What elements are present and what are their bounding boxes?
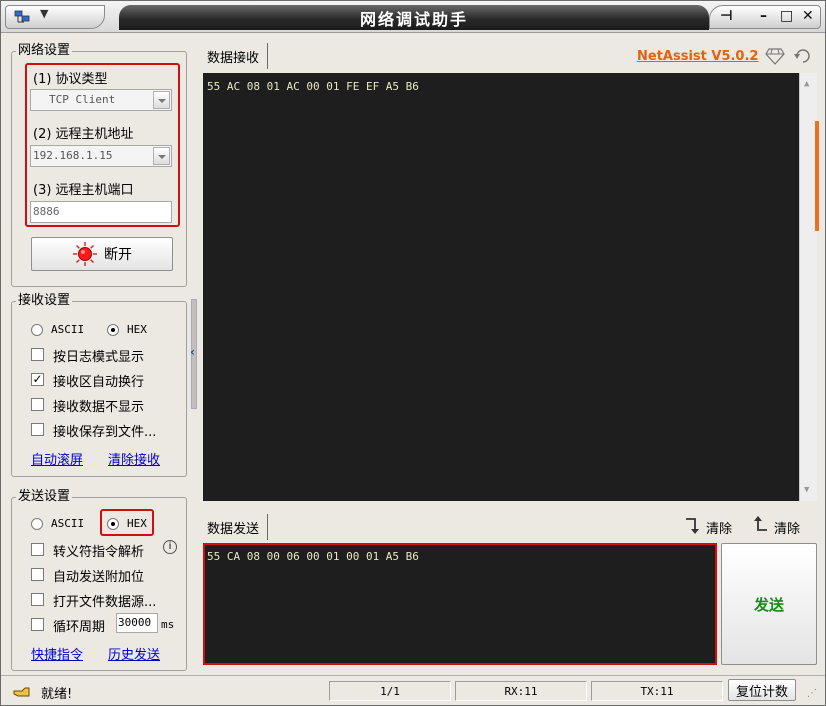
receive-hex-radio[interactable] <box>107 324 119 336</box>
page-counter: 1/1 <box>329 681 451 701</box>
protocol-label: (1) 协议类型 <box>33 72 108 87</box>
send-hex-radio[interactable] <box>107 518 119 530</box>
title-bar: ▼ 网络调试助手 ⊣ – □ ✕ <box>1 1 825 33</box>
collapse-arrow-icon[interactable]: ‹ <box>190 345 195 359</box>
reset-count-button[interactable]: 复位计数 <box>728 679 796 701</box>
pointing-hand-icon <box>13 687 30 697</box>
protocol-value: TCP Client <box>49 93 116 106</box>
period-unit-label: ms <box>161 618 175 631</box>
send-button[interactable]: 发送 <box>721 543 817 665</box>
tx-counter: TX:11 <box>591 681 723 701</box>
protocol-select[interactable]: TCP Client <box>30 89 172 111</box>
port-input[interactable]: 8886 <box>30 201 172 223</box>
port-label: (3) 远程主机端口 <box>33 183 134 198</box>
escape-parse-checkbox[interactable] <box>31 543 44 556</box>
resize-grip-icon[interactable]: ⋰ <box>807 688 817 699</box>
cycle-period-checkbox[interactable] <box>31 618 44 631</box>
cycle-period-input[interactable]: 30000 <box>116 613 158 633</box>
escape-parse-label: 转义符指令解析 <box>53 545 145 560</box>
send-settings-title: 发送设置 <box>16 489 73 505</box>
log-mode-label: 按日志模式显示 <box>53 350 145 365</box>
close-icon[interactable]: ✕ <box>802 8 814 24</box>
clear-up-icon[interactable] <box>753 515 769 533</box>
save-to-file-label: 接收保存到文件... <box>53 425 157 440</box>
app-window: ▼ 网络调试助手 ⊣ – □ ✕ 网络设置 (1) 协议类型 TCP Clien… <box>0 0 826 706</box>
send-hex-label: HEX <box>127 517 147 530</box>
pin-icon[interactable]: ⊣ <box>720 8 733 24</box>
host-select[interactable]: 192.168.1.15 <box>30 145 172 167</box>
scroll-up-icon[interactable]: ▲ <box>804 79 809 89</box>
shortcut-commands-link[interactable]: 快捷指令 <box>31 644 83 663</box>
clear-receive-link[interactable]: 清除接收 <box>108 449 160 468</box>
system-menu-box[interactable]: ▼ <box>5 5 105 29</box>
connection-status-icon <box>73 242 97 266</box>
send-ascii-label: ASCII <box>51 517 85 530</box>
status-text: 就绪! <box>41 687 73 702</box>
scroll-down-icon[interactable]: ▼ <box>804 485 809 495</box>
append-bits-label: 自动发送附加位 <box>53 570 145 585</box>
rx-counter: RX:11 <box>455 681 587 701</box>
receive-content: 55 AC 08 01 AC 00 01 FE EF A5 B6 <box>207 80 419 93</box>
clear-down-icon[interactable] <box>683 517 699 535</box>
chevron-down-icon[interactable] <box>153 91 170 109</box>
file-source-checkbox[interactable] <box>31 593 44 606</box>
chevron-down-icon[interactable] <box>153 147 170 165</box>
disconnect-label: 断开 <box>104 247 132 263</box>
maximize-icon[interactable]: □ <box>780 8 793 24</box>
send-content: 55 CA 08 00 06 00 01 00 01 A5 B6 <box>207 550 419 563</box>
file-source-label: 打开文件数据源... <box>53 595 157 610</box>
window-title: 网络调试助手 <box>119 5 709 30</box>
system-menu-arrow-icon: ▼ <box>40 7 49 20</box>
right-edge-accent <box>815 121 819 231</box>
window-controls: ⊣ – □ ✕ <box>709 5 821 29</box>
auto-scroll-link[interactable]: 自动滚屏 <box>31 449 83 468</box>
send-ascii-radio[interactable] <box>31 518 43 530</box>
diamond-icon[interactable] <box>765 47 785 65</box>
send-terminal[interactable]: 55 CA 08 00 06 00 01 00 01 A5 B6 <box>203 543 717 665</box>
clear-all-label[interactable]: 清除 <box>774 518 800 537</box>
receive-settings-title: 接收设置 <box>16 293 73 309</box>
hide-data-label: 接收数据不显示 <box>53 400 145 415</box>
cycle-period-label: 循环周期 <box>53 620 106 635</box>
network-computer-icon <box>14 10 30 23</box>
status-bar: 就绪! 1/1 RX:11 TX:11 复位计数 ⋰ <box>1 675 825 705</box>
minimize-icon[interactable]: – <box>760 8 767 24</box>
network-settings-title: 网络设置 <box>16 43 73 59</box>
version-link[interactable]: NetAssist V5.0.2 <box>637 49 758 64</box>
host-label: (2) 远程主机地址 <box>33 127 134 142</box>
receive-terminal[interactable]: 55 AC 08 01 AC 00 01 FE EF A5 B6 ▲ ▼ <box>203 73 817 501</box>
hide-data-checkbox[interactable] <box>31 398 44 411</box>
receive-ascii-radio[interactable] <box>31 324 43 336</box>
info-icon[interactable]: i <box>163 540 177 554</box>
append-bits-checkbox[interactable] <box>31 568 44 581</box>
send-history-link[interactable]: 历史发送 <box>108 644 160 663</box>
auto-wrap-label: 接收区自动换行 <box>53 375 145 390</box>
disconnect-button[interactable]: 断开 <box>31 237 173 271</box>
host-value: 192.168.1.15 <box>33 149 113 162</box>
receive-ascii-label: ASCII <box>51 323 85 336</box>
auto-wrap-checkbox[interactable]: ✓ <box>31 373 44 386</box>
tab-data-send[interactable]: 数据发送 <box>201 514 269 540</box>
log-mode-checkbox[interactable] <box>31 348 44 361</box>
refresh-icon[interactable] <box>793 46 813 66</box>
clear-send-label[interactable]: 清除 <box>706 518 732 537</box>
tab-data-receive[interactable]: 数据接收 <box>201 43 269 69</box>
save-to-file-checkbox[interactable] <box>31 423 44 436</box>
receive-hex-label: HEX <box>127 323 147 336</box>
